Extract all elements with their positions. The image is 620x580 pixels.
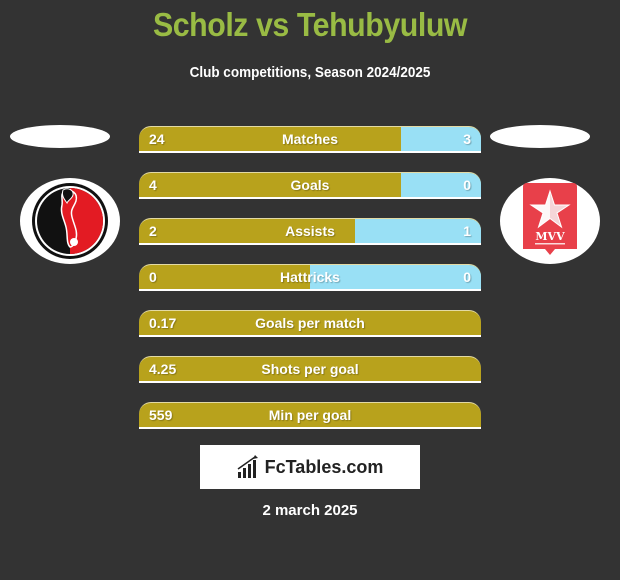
stat-row-goals-per-match: Goals per match 0.17 xyxy=(139,310,481,337)
helmond-sport-crest-icon xyxy=(32,183,108,259)
stat-label: Hattricks xyxy=(280,269,340,285)
stat-row-hattricks: Hattricks 0 0 xyxy=(139,264,481,291)
right-stat-value: 0 xyxy=(463,269,471,285)
left-stat-value: 4.25 xyxy=(149,361,177,377)
mvv-badge-text: MVV xyxy=(535,230,565,243)
date-label: 2 march 2025 xyxy=(262,502,358,519)
left-stat-value: 559 xyxy=(149,407,173,423)
left-stat-value: 0.17 xyxy=(149,315,177,331)
stat-label: Goals xyxy=(290,177,330,193)
stat-row-goals: Goals 4 0 xyxy=(139,172,481,199)
left-stat-value: 2 xyxy=(149,223,157,239)
stat-row-shots-per-goal: Shots per goal 4.25 xyxy=(139,356,481,383)
right-player-oval xyxy=(490,125,590,148)
stat-row-assists: Assists 2 1 xyxy=(139,218,481,245)
left-player-oval xyxy=(10,125,110,148)
page-title: Scholz vs Tehubyuluw xyxy=(152,6,468,43)
left-stat-value: 0 xyxy=(149,269,157,285)
stat-label: Matches xyxy=(281,131,339,147)
mvv-crest-icon: MVV xyxy=(523,183,577,255)
left-stat-value: 4 xyxy=(149,177,157,193)
bar-chart-icon xyxy=(237,455,258,478)
stat-row-matches: Matches 24 3 xyxy=(139,126,481,153)
right-stat-value: 3 xyxy=(463,131,471,147)
stat-label: Goals per match xyxy=(255,315,365,331)
left-stat-value: 24 xyxy=(149,131,165,147)
right-team-badge[interactable]: MVV xyxy=(500,178,600,264)
right-stat-value: 0 xyxy=(463,177,471,193)
stat-label: Assists xyxy=(285,223,335,239)
stat-label: Shots per goal xyxy=(261,361,359,377)
fctables-logo[interactable]: FcTables.com xyxy=(200,445,420,489)
page-subtitle: Club competitions, Season 2024/2025 xyxy=(189,64,431,81)
logo-text: FcTables.com xyxy=(264,456,384,477)
left-team-badge[interactable] xyxy=(20,178,120,264)
stat-row-min-per-goal: Min per goal 559 xyxy=(139,402,481,429)
stat-label: Min per goal xyxy=(268,407,352,423)
right-stat-value: 1 xyxy=(463,223,471,239)
